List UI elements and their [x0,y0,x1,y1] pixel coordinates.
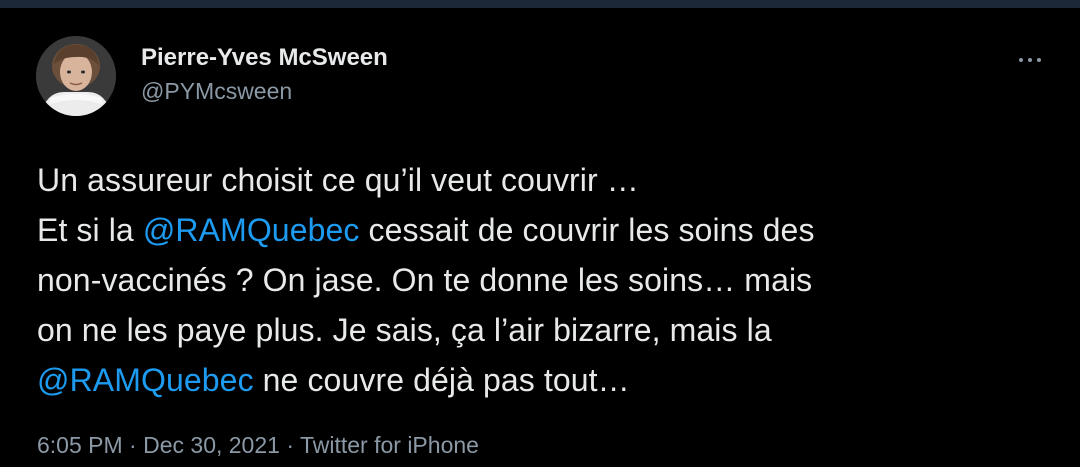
avatar-image [36,36,116,116]
tweet-date[interactable]: Dec 30, 2021 [143,432,280,458]
tweet-line-4: on ne les paye plus. Je sais, ça l’air b… [37,312,772,348]
tweet-text-segment: Et si la [37,212,143,248]
tweet-line-2: Et si la @RAMQuebec cessait de couvrir l… [37,205,1047,255]
mention-link-ramquebec[interactable]: @RAMQuebec [143,212,360,248]
more-horizontal-icon-dot [1037,58,1041,62]
tweet-line-3: non-vaccinés ? On jase. On te donne les … [37,262,813,298]
tweet-text-segment: cessait de couvrir les soins des [359,212,815,248]
author-display-name[interactable]: Pierre-Yves McSween [141,44,388,72]
tweet-line-1: Un assureur choisit ce qu’il veut couvri… [37,162,639,198]
tweet-source[interactable]: Twitter for iPhone [300,432,479,458]
author-handle[interactable]: @PYMcsween [141,77,388,105]
avatar[interactable] [36,36,116,116]
tweet-time[interactable]: 6:05 PM [37,432,123,458]
more-options-button[interactable] [1010,48,1050,72]
tweet-metadata: 6:05 PM · Dec 30, 2021 · Twitter for iPh… [37,431,479,459]
tweet-card: Pierre-Yves McSween @PYMcsween Un assure… [0,8,1080,467]
tweet-line-5: @RAMQuebec ne couvre déjà pas tout… [37,355,1047,405]
tweet-text-segment: ne couvre déjà pas tout… [253,362,630,398]
more-horizontal-icon-dot [1028,58,1032,62]
meta-separator: · [279,432,300,458]
author-info: Pierre-Yves McSween @PYMcsween [141,44,388,105]
tweet-text: Un assureur choisit ce qu’il veut couvri… [37,155,1047,405]
mention-link-ramquebec[interactable]: @RAMQuebec [37,362,254,398]
meta-separator: · [122,432,144,458]
top-border [0,0,1080,8]
more-horizontal-icon [1019,58,1023,62]
